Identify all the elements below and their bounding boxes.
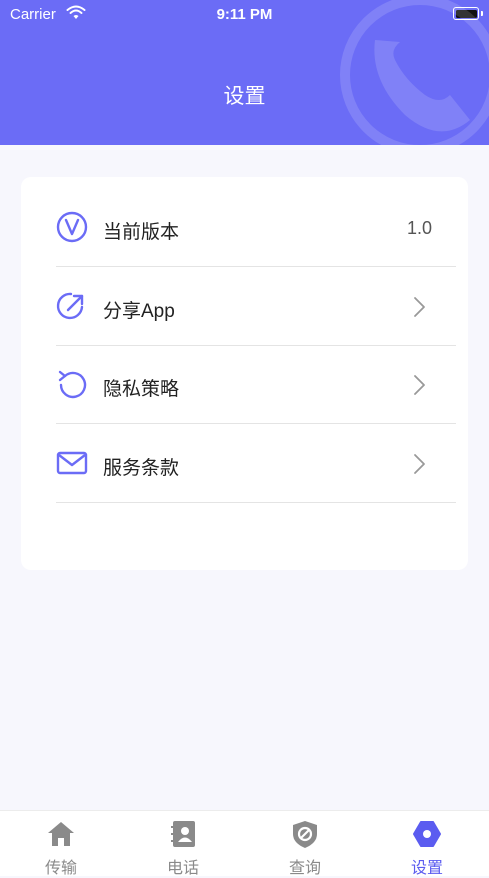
divider: [56, 265, 456, 267]
settings-row-label: 当前版本: [103, 222, 180, 243]
settings-card: 当前版本 1.0 分享App 隐私策略 服务条款: [21, 177, 468, 570]
chevron-right-icon: [414, 297, 425, 317]
tab-label: 设置: [410, 860, 443, 877]
tab-settings[interactable]: 设置: [366, 811, 488, 877]
share-icon: [56, 292, 84, 320]
settings-row-privacy[interactable]: 隐私策略: [56, 346, 456, 424]
tab-label: 电话: [166, 860, 199, 877]
version-check-icon: [56, 211, 88, 243]
settings-row-share[interactable]: 分享App: [56, 268, 456, 346]
settings-hexagon-icon: [413, 821, 441, 847]
settings-row-label: 服务条款: [103, 458, 180, 479]
settings-row-label: 隐私策略: [103, 379, 180, 400]
tab-label: 传输: [44, 860, 77, 877]
header: Carrier 9:11 PM 设置: [0, 0, 489, 145]
tab-phone[interactable]: 电话: [122, 811, 244, 877]
phone-decoration-icon: [340, 0, 489, 145]
home-icon: [48, 822, 74, 846]
settings-row-label: 分享App: [103, 301, 175, 322]
chevron-right-icon: [414, 375, 425, 395]
version-value: 1.0: [406, 218, 432, 238]
settings-row-version[interactable]: 当前版本 1.0: [56, 189, 456, 267]
tab-bar: 传输 电话 查询 设置: [0, 810, 489, 877]
contacts-icon: [171, 821, 195, 847]
divider: [56, 422, 456, 424]
tab-transfer[interactable]: 传输: [0, 811, 122, 877]
block-icon: [293, 821, 317, 848]
refresh-icon: [58, 370, 87, 399]
chevron-right-icon: [414, 454, 425, 474]
mail-icon: [56, 451, 88, 475]
page-title: 设置: [223, 85, 266, 108]
tab-label: 查询: [288, 860, 321, 877]
settings-row-terms[interactable]: 服务条款: [56, 425, 456, 503]
divider: [56, 501, 456, 503]
tab-query[interactable]: 查询: [244, 811, 366, 877]
